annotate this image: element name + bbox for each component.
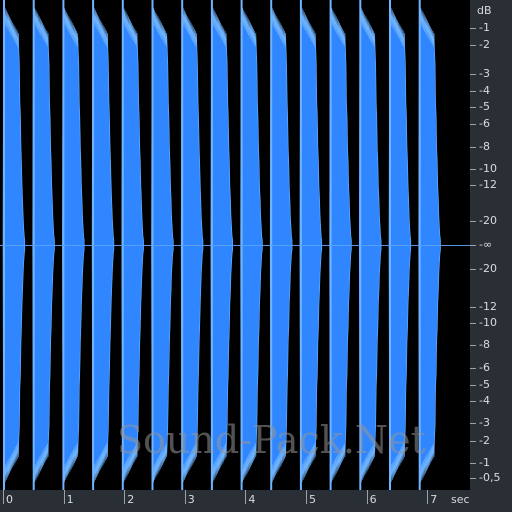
db-tick	[470, 28, 476, 29]
db-ruler: dB -1 -2 -3 -4 -5 -6 -8 -10 -12 -20 -∞ -20 -12 -10 -8 -6…	[470, 0, 512, 490]
db-tick-label: -∞	[479, 238, 493, 251]
db-tick-label: -6	[479, 117, 490, 130]
db-tick-label: -8	[479, 140, 490, 153]
time-unit-label: sec	[451, 493, 470, 506]
watermark-text: Sound-Pack.Net	[117, 418, 426, 462]
time-tick-label: 6	[369, 493, 377, 506]
db-tick-label: -2	[479, 38, 490, 51]
db-tick	[470, 368, 476, 369]
db-tick	[470, 323, 476, 324]
db-tick-label: -3	[479, 67, 490, 80]
time-tick-label: 2	[127, 493, 135, 506]
db-tick-label: -8	[479, 338, 490, 351]
db-tick	[470, 478, 476, 479]
db-tick	[470, 45, 476, 46]
db-tick-label: -10	[479, 162, 497, 175]
db-tick	[470, 169, 476, 170]
time-tick	[427, 490, 429, 504]
waveform-plot[interactable]	[0, 0, 470, 490]
db-tick	[470, 185, 476, 186]
db-tick-label: -3	[479, 416, 490, 429]
time-tick-label: 7	[430, 493, 438, 506]
time-tick-label: 3	[187, 493, 195, 506]
db-tick	[470, 245, 476, 246]
db-tick	[470, 463, 476, 464]
db-tick-label: -1	[479, 21, 490, 34]
db-tick	[470, 345, 476, 346]
time-tick-label: 4	[248, 493, 256, 506]
db-tick	[470, 147, 476, 148]
db-tick-label: -12	[479, 300, 497, 313]
db-tick	[470, 124, 476, 125]
db-tick	[470, 91, 476, 92]
db-tick	[470, 385, 476, 386]
db-tick-label: -0,5	[479, 471, 501, 484]
time-tick-label: 1	[66, 493, 74, 506]
db-tick-label: -6	[479, 361, 490, 374]
db-tick	[470, 74, 476, 75]
db-tick	[470, 441, 476, 442]
time-tick-label: 5	[309, 493, 316, 506]
time-tick	[63, 490, 65, 504]
time-tick	[124, 490, 126, 504]
time-tick	[306, 490, 307, 504]
db-tick	[470, 269, 476, 270]
db-tick	[470, 307, 476, 308]
db-tick-label: -20	[479, 262, 497, 275]
db-tick-label: -5	[479, 100, 490, 113]
db-tick	[470, 401, 476, 402]
zero-line	[0, 245, 470, 246]
db-tick-label: -1	[479, 456, 490, 469]
time-ruler: 0 1 2 3 4 5 6 7 sec	[0, 490, 512, 512]
db-tick-label: -4	[479, 394, 490, 407]
db-tick	[470, 423, 476, 424]
time-tick	[366, 490, 368, 504]
time-tick	[3, 490, 4, 504]
time-tick	[245, 490, 247, 504]
db-tick-label: -5	[479, 378, 490, 391]
db-unit-label: dB	[477, 4, 492, 17]
db-tick-label: -20	[479, 214, 497, 227]
db-tick	[470, 107, 476, 108]
db-tick-label: -4	[479, 84, 490, 97]
db-tick-label: -12	[479, 178, 497, 191]
time-tick	[184, 490, 186, 504]
time-tick-label: 0	[6, 493, 13, 506]
db-tick-label: -2	[479, 434, 490, 447]
db-tick	[470, 221, 476, 222]
db-tick-label: -10	[479, 316, 497, 329]
